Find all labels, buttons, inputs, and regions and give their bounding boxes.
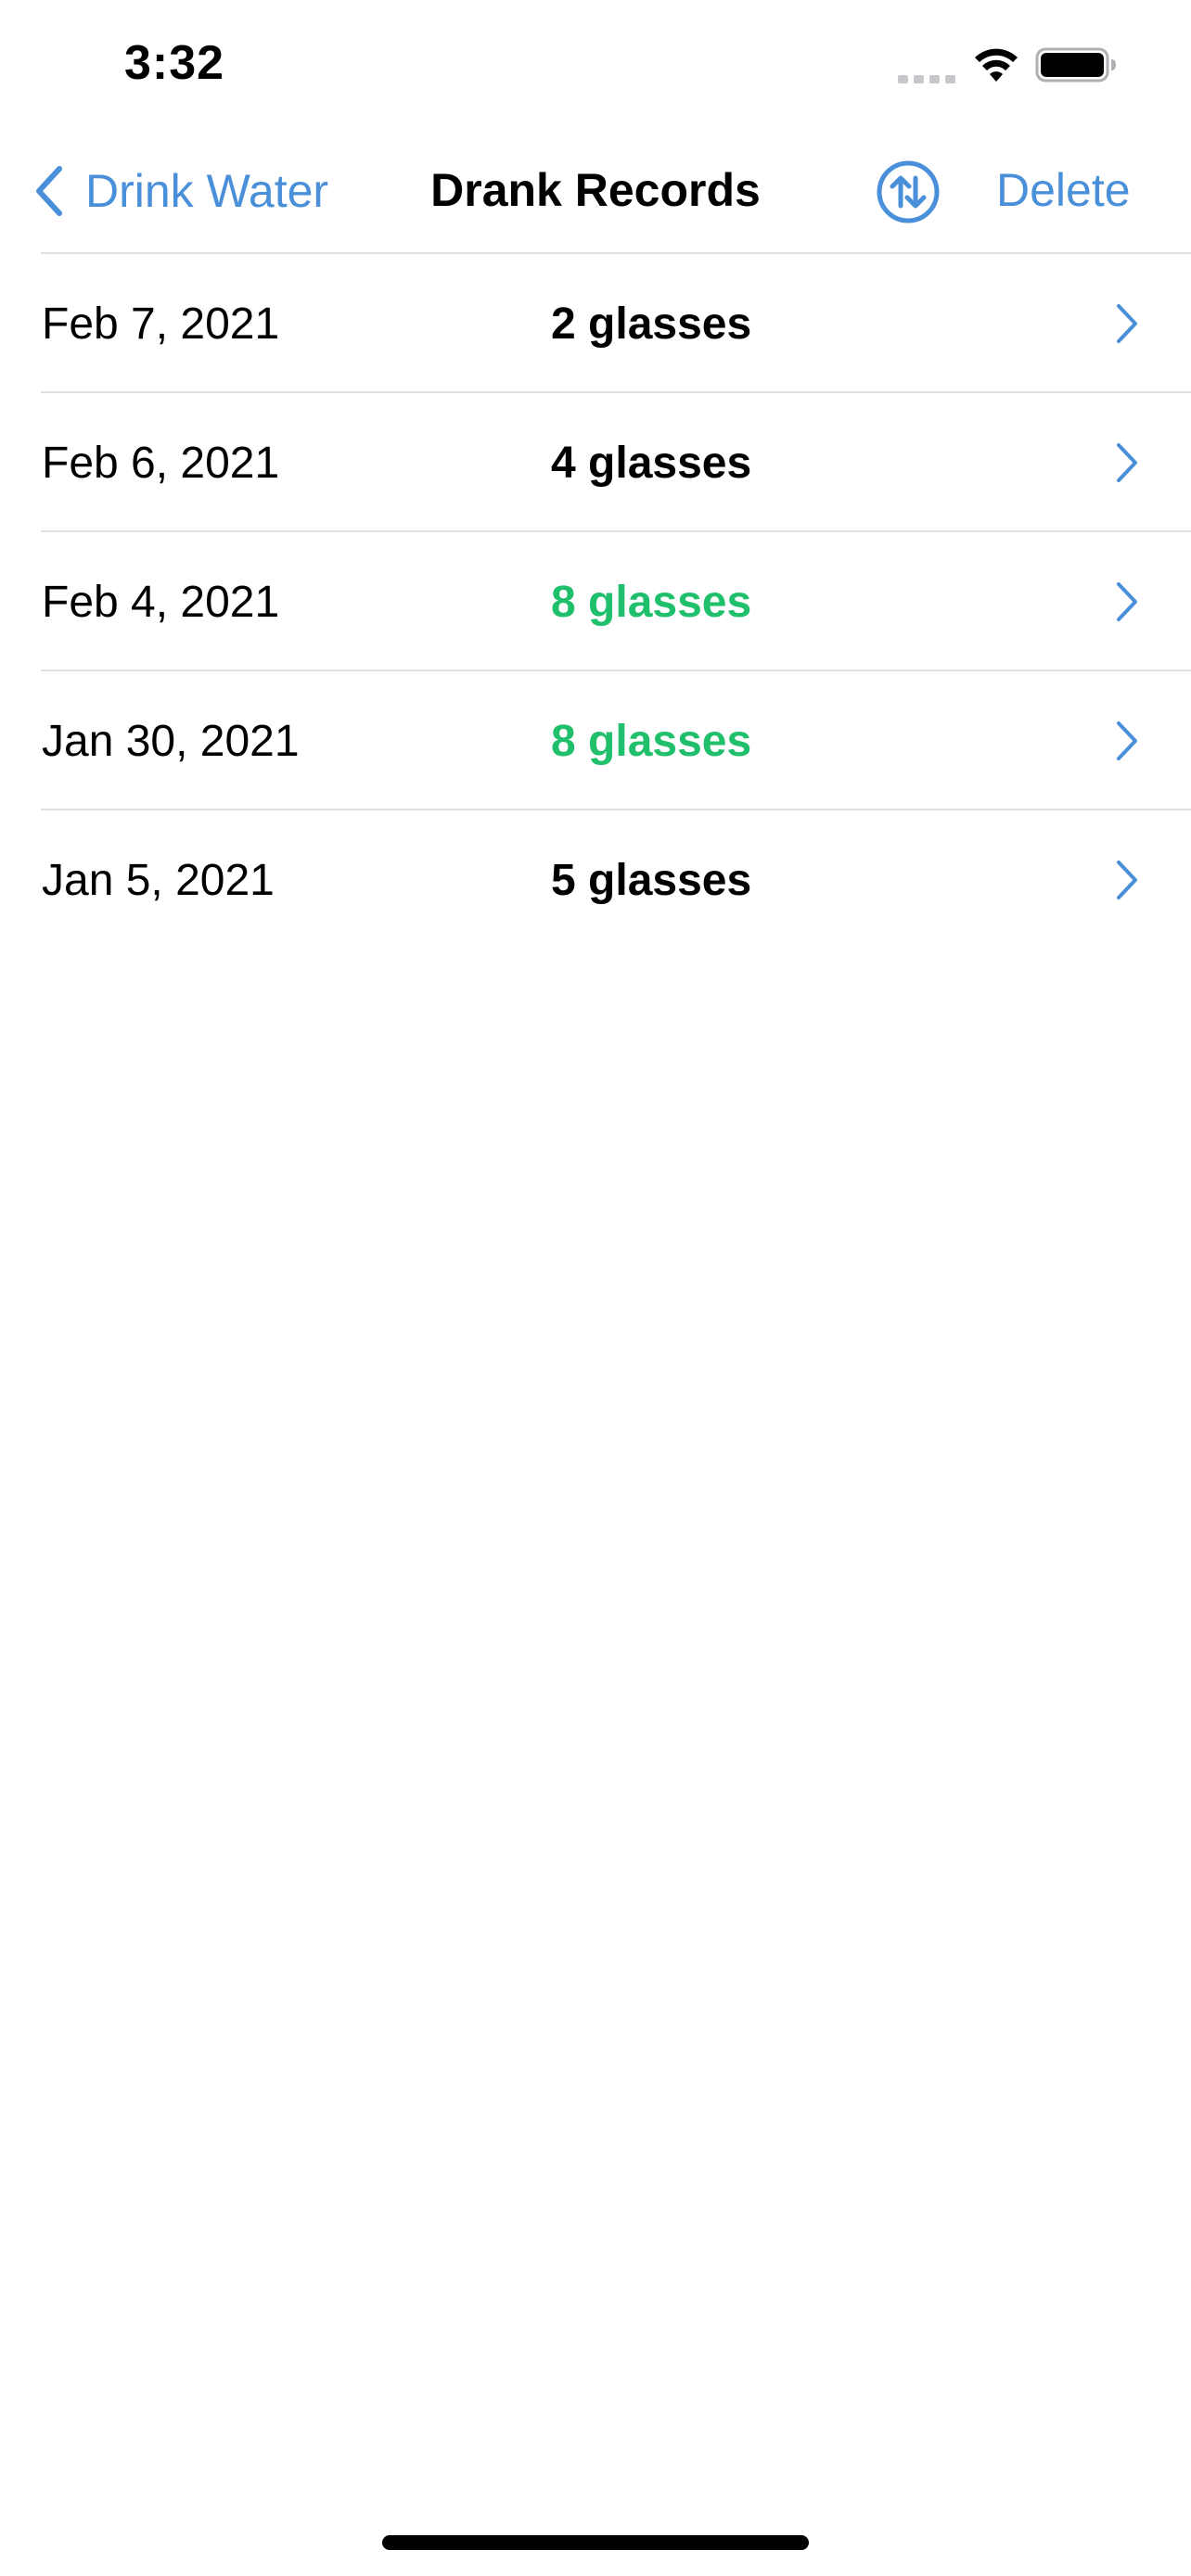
record-row[interactable]: Jan 5, 2021 5 glasses [0, 810, 1191, 950]
record-row[interactable]: Feb 7, 2021 2 glasses [0, 254, 1191, 393]
chevron-right-icon [1117, 443, 1137, 482]
records-list: Feb 7, 2021 2 glasses Feb 6, 2021 4 glas… [0, 254, 1191, 950]
wifi-icon [975, 48, 1018, 82]
sort-arrows-circle-icon[interactable] [876, 159, 941, 224]
record-amount: 8 glasses [551, 578, 752, 627]
record-date: Feb 4, 2021 [42, 578, 280, 627]
record-date: Jan 5, 2021 [42, 856, 275, 905]
record-amount: 8 glasses [551, 717, 752, 766]
back-button[interactable]: Drink Water [32, 161, 328, 221]
chevron-left-icon [36, 166, 62, 216]
record-date: Feb 7, 2021 [42, 300, 280, 349]
back-button-label: Drink Water [85, 165, 329, 217]
record-date: Feb 6, 2021 [42, 439, 280, 488]
record-amount: 5 glasses [551, 856, 752, 905]
cellular-signal-icon [898, 75, 955, 83]
record-date: Jan 30, 2021 [42, 717, 300, 766]
status-bar: 3:32 [0, 0, 1191, 130]
record-amount: 2 glasses [551, 300, 752, 349]
chevron-right-icon [1117, 861, 1137, 899]
drank-records-screen: 3:32 Drink Water Drank Records Delete Fe… [0, 0, 1191, 2576]
record-row[interactable]: Feb 6, 2021 4 glasses [0, 393, 1191, 532]
chevron-right-icon [1117, 582, 1137, 621]
delete-button[interactable]: Delete [996, 163, 1131, 217]
chevron-right-icon [1117, 721, 1137, 760]
navigation-bar: Drink Water Drank Records Delete [0, 130, 1191, 254]
battery-icon [1035, 47, 1116, 83]
record-row[interactable]: Jan 30, 2021 8 glasses [0, 671, 1191, 810]
status-time: 3:32 [124, 36, 225, 90]
record-row[interactable]: Feb 4, 2021 8 glasses [0, 532, 1191, 671]
record-amount: 4 glasses [551, 439, 752, 488]
chevron-right-icon [1117, 304, 1137, 343]
home-indicator [382, 2535, 809, 2550]
